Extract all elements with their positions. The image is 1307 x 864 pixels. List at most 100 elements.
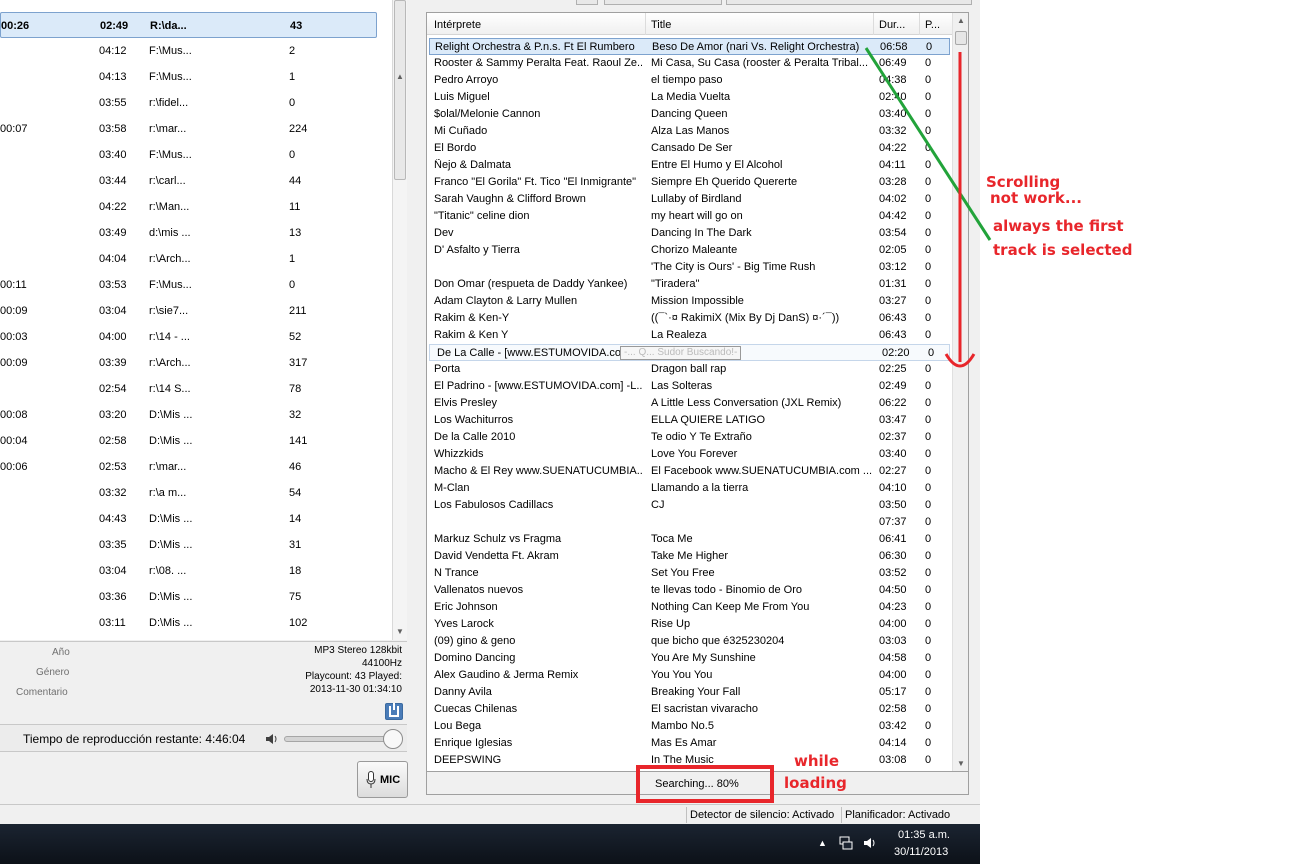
track-row[interactable]: N Trance Set You Free 03:52 0: [427, 565, 952, 582]
track-row[interactable]: 'The City is Ours' - Big Time Rush 03:12 0: [427, 259, 952, 276]
track-row[interactable]: M-Clan Llamando a la tierra 04:10 0: [427, 480, 952, 497]
track-row[interactable]: "Titanic" celine dion my heart will go on…: [427, 208, 952, 225]
track-row[interactable]: El Padrino - [www.ESTUMOVIDA.com] -L... L…: [427, 378, 952, 395]
mic-button[interactable]: MIC: [357, 761, 408, 798]
track-row[interactable]: El Bordo Cansado De Ser 04:22 0: [427, 140, 952, 157]
track-row[interactable]: Franco "El Gorila" Ft. Tico "El Inmigran…: [427, 174, 952, 191]
track-row[interactable]: Lou Bega Mambo No.5 03:42 0: [427, 718, 952, 735]
track-row[interactable]: Los Fabulosos Cadillacs CJ 03:50 0: [427, 497, 952, 514]
track-row[interactable]: Adam Clayton & Larry Mullen Mission Impos…: [427, 293, 952, 310]
playlist-row[interactable]: 02:54 r:\14 S... 78: [0, 376, 392, 402]
playlist-row[interactable]: 03:49 d:\mis ... 13: [0, 220, 392, 246]
track-row[interactable]: 07:37 0: [427, 514, 952, 531]
track-row[interactable]: Rakim & Ken Y La Realeza 06:43 0: [427, 327, 952, 344]
track-row[interactable]: Eric Johnson Nothing Can Keep Me From You…: [427, 599, 952, 616]
track-row[interactable]: Pedro Arroyo el tiempo paso 04:38 0: [427, 72, 952, 89]
playlist-row[interactable]: 03:32 r:\a m... 54: [0, 480, 392, 506]
track-row[interactable]: Don Omar (respueta de Daddy Yankee) "Tira…: [427, 276, 952, 293]
scroll-up-arrow-icon[interactable]: ▲: [393, 72, 407, 81]
playlist-row[interactable]: 03:04 r:\08. ... 18: [0, 558, 392, 584]
playlist-row[interactable]: 03:11 D:\Mis ... 102: [0, 610, 392, 636]
playlist-row[interactable]: 04:43 D:\Mis ... 14: [0, 506, 392, 532]
playlist-row[interactable]: 04:04 r:\Arch... 1: [0, 246, 392, 272]
playlist-row[interactable]: 03:36 D:\Mis ... 75: [0, 584, 392, 610]
grid-scroll-thumb[interactable]: [955, 31, 967, 45]
playlist-row[interactable]: 00:11 03:53 F:\Mus... 0: [0, 272, 392, 298]
track-row[interactable]: Markuz Schulz vs Fragma Toca Me 06:41 0: [427, 531, 952, 548]
playlist-row[interactable]: 04:13 F:\Mus... 1: [0, 64, 392, 90]
track-row[interactable]: D' Asfalto y Tierra Chorizo Maleante 02:05…: [427, 242, 952, 259]
scroll-down-arrow-icon[interactable]: ▼: [393, 627, 407, 636]
column-separator[interactable]: [873, 13, 874, 35]
track-row[interactable]: Domino Dancing You Are My Sunshine 04:58 0: [427, 650, 952, 667]
playlist-row[interactable]: 00:26 02:49 R:\da... 43: [0, 12, 377, 38]
track-row[interactable]: Sarah Vaughn & Clifford Brown Lullaby of …: [427, 191, 952, 208]
track-row[interactable]: (09) gino & geno que bicho que é325230204…: [427, 633, 952, 650]
playlist-row[interactable]: 03:44 r:\carl... 44: [0, 168, 392, 194]
clock-date[interactable]: 30/11/2013: [894, 846, 948, 858]
track-cell-artist: Rooster & Sammy Peralta Feat. Raoul Ze..…: [434, 57, 642, 69]
toolbar-button[interactable]: [576, 0, 598, 5]
track-row[interactable]: Rooster & Sammy Peralta Feat. Raoul Ze..…: [427, 55, 952, 72]
playlist-row[interactable]: 00:08 03:20 D:\Mis ... 32: [0, 402, 392, 428]
track-row[interactable]: Los Wachiturros ELLA QUIERE LATIGO 03:47 0: [427, 412, 952, 429]
track-row[interactable]: $olal/Melonie Cannon Dancing Queen 03:40 0: [427, 106, 952, 123]
playlist-row[interactable]: 00:04 02:58 D:\Mis ... 141: [0, 428, 392, 454]
tray-expand-icon[interactable]: ▲: [818, 838, 827, 848]
network-icon[interactable]: [839, 836, 853, 850]
speaker-icon[interactable]: [266, 733, 278, 745]
track-grid[interactable]: Intérprete Title Dur... P... Relight Orc…: [426, 12, 969, 772]
track-row[interactable]: Elvis Presley A Little Less Conversation …: [427, 395, 952, 412]
scroll-down-arrow-icon[interactable]: ▼: [953, 759, 968, 768]
playlist-row[interactable]: 00:09 03:39 r:\Arch... 317: [0, 350, 392, 376]
track-row[interactable]: De La Calle - [www.ESTUMOVIDA.com] -...C…: [429, 344, 950, 361]
column-header-title[interactable]: Title: [651, 19, 671, 31]
grid-scrollbar[interactable]: ▲ ▼: [952, 13, 968, 771]
column-separator[interactable]: [919, 13, 920, 35]
playlist-cell: r:\a m...: [149, 487, 187, 499]
column-header-plays[interactable]: P...: [925, 19, 940, 31]
track-row[interactable]: Mi Cuñado Alza Las Manos 03:32 0: [427, 123, 952, 140]
playlist-list[interactable]: 00:26 02:49 R:\da... 43 04:12 F:\Mus... 2 04:13…: [0, 0, 392, 640]
playlist-row[interactable]: 03:35 D:\Mis ... 31: [0, 532, 392, 558]
playlist-row[interactable]: 00:09 03:04 r:\sie7... 211: [0, 298, 392, 324]
track-row[interactable]: Yves Larock Rise Up 04:00 0: [427, 616, 952, 633]
scroll-up-arrow-icon[interactable]: ▲: [953, 16, 968, 25]
track-row[interactable]: Alex Gaudino & Jerma Remix You You You 04:…: [427, 667, 952, 684]
playlist-cell: F:\Mus...: [149, 149, 192, 161]
playlist-scroll-thumb[interactable]: [394, 0, 406, 180]
track-row[interactable]: Porta Dragon ball rap 02:25 0: [427, 361, 952, 378]
playlist-row[interactable]: 04:22 r:\Man... 11: [0, 194, 392, 220]
volume-slider-thumb[interactable]: [383, 729, 403, 749]
column-separator[interactable]: [645, 13, 646, 35]
playlist-row[interactable]: 03:55 r:\fidel... 0: [0, 90, 392, 116]
toolbar-button[interactable]: [604, 0, 722, 5]
clock-time[interactable]: 01:35 a.m.: [898, 829, 950, 841]
save-button[interactable]: [385, 703, 403, 720]
track-row[interactable]: Vallenatos nuevos te llevas todo - Binomi…: [427, 582, 952, 599]
track-row[interactable]: Danny Avila Breaking Your Fall 05:17 0: [427, 684, 952, 701]
track-row[interactable]: Luis Miguel La Media Vuelta 02:40 0: [427, 89, 952, 106]
track-row[interactable]: Ñejo & Dalmata Entre El Humo y El Alcohol…: [427, 157, 952, 174]
playlist-row[interactable]: 04:12 F:\Mus... 2: [0, 38, 392, 64]
track-cell-title: Dancing In The Dark: [651, 227, 752, 239]
track-row[interactable]: David Vendetta Ft. Akram Take Me Higher 06…: [427, 548, 952, 565]
track-row[interactable]: Whizzkids Love You Forever 03:40 0: [427, 446, 952, 463]
track-row[interactable]: Dev Dancing In The Dark 03:54 0: [427, 225, 952, 242]
track-row[interactable]: Cuecas Chilenas El sacristan vivaracho 02:…: [427, 701, 952, 718]
volume-icon[interactable]: [863, 836, 877, 850]
track-row[interactable]: Relight Orchestra & P.n.s. Ft El Rumbero…: [429, 38, 950, 55]
toolbar-button[interactable]: [726, 0, 972, 5]
playlist-row[interactable]: 00:06 02:53 r:\mar... 46: [0, 454, 392, 480]
track-row[interactable]: De la Calle 2010 Te odio Y Te Extraño 02:3…: [427, 429, 952, 446]
playlist-row[interactable]: 00:07 03:58 r:\mar... 224: [0, 116, 392, 142]
playlist-scrollbar[interactable]: ▲ ▼: [392, 0, 407, 640]
column-header-artist[interactable]: Intérprete: [434, 19, 481, 31]
playlist-row[interactable]: 03:40 F:\Mus... 0: [0, 142, 392, 168]
track-row[interactable]: Enrique Iglesias Mas Es Amar 04:14 0: [427, 735, 952, 752]
track-cell-artist: Yves Larock: [434, 618, 494, 630]
playlist-row[interactable]: 00:03 04:00 r:\14 - ... 52: [0, 324, 392, 350]
column-header-duration[interactable]: Dur...: [879, 19, 905, 31]
track-row[interactable]: Macho & El Rey www.SUENATUCUMBIA.... El F…: [427, 463, 952, 480]
track-row[interactable]: Rakim & Ken-Y ((¯`·¤ RakimiX (Mix By Dj D…: [427, 310, 952, 327]
